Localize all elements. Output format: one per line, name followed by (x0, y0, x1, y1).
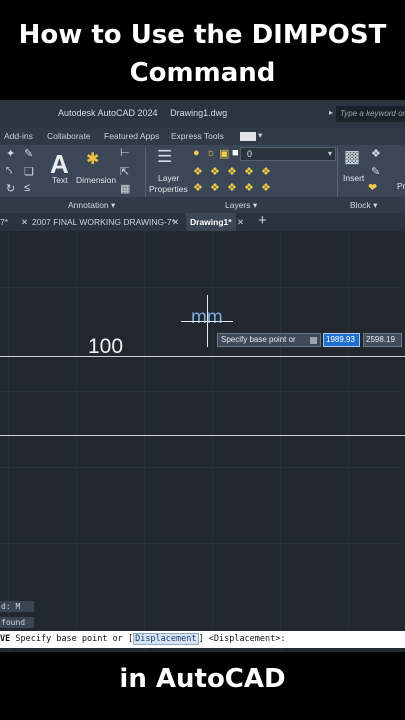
grid-line (0, 543, 405, 544)
dimension-icon[interactable]: ✱ (86, 149, 99, 169)
layer-tool-icon[interactable]: ❖ (261, 165, 271, 178)
insert-tool-label[interactable]: Insert (343, 173, 364, 183)
window-title: Autodesk AutoCAD 2024 Drawing1.dwg (58, 108, 237, 118)
command-prefix: VE (0, 634, 11, 644)
autocad-window: Autodesk AutoCAD 2024 Drawing1.dwg ▸ Typ… (0, 100, 405, 652)
crosshair-vertical (207, 295, 208, 347)
grid-line (8, 231, 9, 652)
layer-on-icon[interactable]: ● (193, 147, 200, 159)
prompt-text: Specify base point or (221, 335, 296, 344)
table-icon[interactable]: ▦ (120, 182, 130, 195)
panel-divider (337, 147, 338, 197)
create-block-icon[interactable]: ❖ (371, 147, 381, 160)
chevron-down-icon[interactable]: ▾ (328, 149, 332, 158)
lock-icon[interactable]: ▣ (219, 147, 229, 160)
grid-line (280, 231, 281, 652)
edit-block-icon[interactable]: ✎ (371, 165, 380, 178)
layer-tool-icon[interactable]: ❖ (244, 165, 254, 178)
leader-icon[interactable]: ⇱ (120, 165, 129, 178)
command-prompt-before: Specify base point or [ (15, 634, 134, 644)
tab-express-tools[interactable]: Express Tools (171, 131, 224, 141)
linear-dimension-icon[interactable]: ⊢ (120, 146, 130, 159)
file-name: Drawing1.dwg (170, 108, 228, 118)
coordinate-x-input[interactable]: 1989.93 (323, 333, 360, 347)
layer-tool-icon[interactable]: ❖ (227, 165, 237, 178)
close-icon[interactable]: ✕ (237, 217, 244, 228)
panel-divider (145, 147, 146, 197)
grid-line (0, 467, 405, 468)
grid-line (212, 231, 213, 652)
command-line[interactable]: VE Specify base point or [Displacement] … (0, 631, 405, 648)
workspace-toggle[interactable] (240, 132, 256, 141)
app-name: Autodesk AutoCAD 2024 (58, 108, 158, 118)
text-tool-label[interactable]: Text (52, 175, 68, 185)
headline-top: How to Use the DIMPOST Command (18, 20, 387, 88)
layer-tool-icon[interactable]: ❖ (193, 181, 203, 194)
chevron-right-icon[interactable]: ▸ (329, 108, 333, 117)
chevron-down-icon[interactable]: ▾ (258, 130, 262, 141)
grid-line (0, 391, 405, 392)
close-icon[interactable]: ✕ (21, 217, 28, 228)
layer-tool-icon[interactable]: ❖ (227, 181, 237, 194)
layer-tool-icon[interactable]: ❖ (210, 165, 220, 178)
displacement-option[interactable]: Displacement (133, 633, 199, 645)
layer-properties-label-2[interactable]: Properties (149, 184, 188, 194)
document-tabs: 7* ✕ 2007 FINAL WORKING DRAWING-7* ✕ Dra… (0, 212, 405, 231)
drawing-line[interactable] (0, 356, 405, 357)
dimension-tool-label[interactable]: Dimension (76, 175, 116, 185)
search-input[interactable]: Type a keyword or phrase (336, 106, 405, 122)
modify-icon[interactable]: ✦ (6, 147, 15, 160)
layer-dropdown[interactable]: 0 ▾ (240, 147, 336, 161)
command-prompt-after: ] <Displacement>: (198, 634, 286, 644)
ribbon-panel-titles: Annotation ▾ Layers ▾ Block ▾ (0, 197, 405, 213)
headline-bottom: in AutoCAD (119, 664, 286, 694)
layer-color-icon[interactable]: ■ (232, 147, 239, 159)
drawing-line[interactable] (0, 435, 405, 436)
pencil-icon[interactable]: ✎ (24, 147, 33, 160)
command-history-line: d: M (0, 601, 34, 612)
insert-block-icon[interactable]: ▩ (344, 147, 360, 167)
properties-tool-label[interactable]: Pr (397, 181, 405, 191)
panel-block[interactable]: Block ▾ (350, 200, 377, 211)
options-icon[interactable] (310, 337, 317, 344)
tab-add-ins[interactable]: Add-ins (4, 131, 33, 141)
tab-featured-apps[interactable]: Featured Apps (104, 131, 159, 141)
command-history-line: found (0, 617, 34, 628)
coordinate-y-input[interactable]: 2598.19 (363, 333, 402, 347)
close-icon[interactable]: ✕ (172, 217, 179, 228)
title-bar: Autodesk AutoCAD 2024 Drawing1.dwg ▸ Typ… (0, 100, 405, 128)
doc-tab-previous[interactable]: 7* (0, 217, 8, 227)
layer-thaw-icon[interactable]: ☼ (206, 147, 216, 159)
doc-tab-final-working-drawing[interactable]: 2007 FINAL WORKING DRAWING-7* (32, 217, 175, 227)
drawing-canvas[interactable]: 100 mm Specify base point or 1989.93 259… (0, 231, 405, 652)
layer-properties-label-1[interactable]: Layer (158, 173, 179, 183)
block-attribute-icon[interactable]: ❤ (368, 181, 377, 194)
tab-collaborate[interactable]: Collaborate (47, 131, 90, 141)
dynamic-input-prompt: Specify base point or (217, 333, 321, 347)
layer-value: 0 (247, 149, 253, 159)
rotate-icon[interactable]: ↻ (6, 182, 15, 195)
layer-tool-icon[interactable]: ❖ (193, 165, 203, 178)
layer-properties-icon[interactable]: ☰ (157, 147, 172, 167)
layer-tool-icon[interactable]: ❖ (261, 181, 271, 194)
new-tab-icon[interactable]: + (258, 212, 267, 229)
layer-tool-icon[interactable]: ❖ (244, 181, 254, 194)
move-icon[interactable]: ⤣ (6, 165, 12, 178)
offset-icon[interactable]: ≤ (24, 182, 30, 194)
panel-annotation[interactable]: Annotation ▾ (68, 200, 115, 211)
copy-icon[interactable]: ❏ (24, 165, 34, 178)
ribbon-tabs: Add-ins Collaborate Featured Apps Expres… (0, 128, 405, 145)
grid-line (144, 231, 145, 652)
panel-layers[interactable]: Layers ▾ (225, 200, 257, 211)
doc-tab-drawing1[interactable]: Drawing1* (186, 213, 236, 231)
grid-line (348, 231, 349, 652)
layer-tool-icon[interactable]: ❖ (210, 181, 220, 194)
grid-line (76, 231, 77, 652)
grid-line (0, 287, 405, 288)
dimension-text[interactable]: 100 (88, 335, 123, 359)
